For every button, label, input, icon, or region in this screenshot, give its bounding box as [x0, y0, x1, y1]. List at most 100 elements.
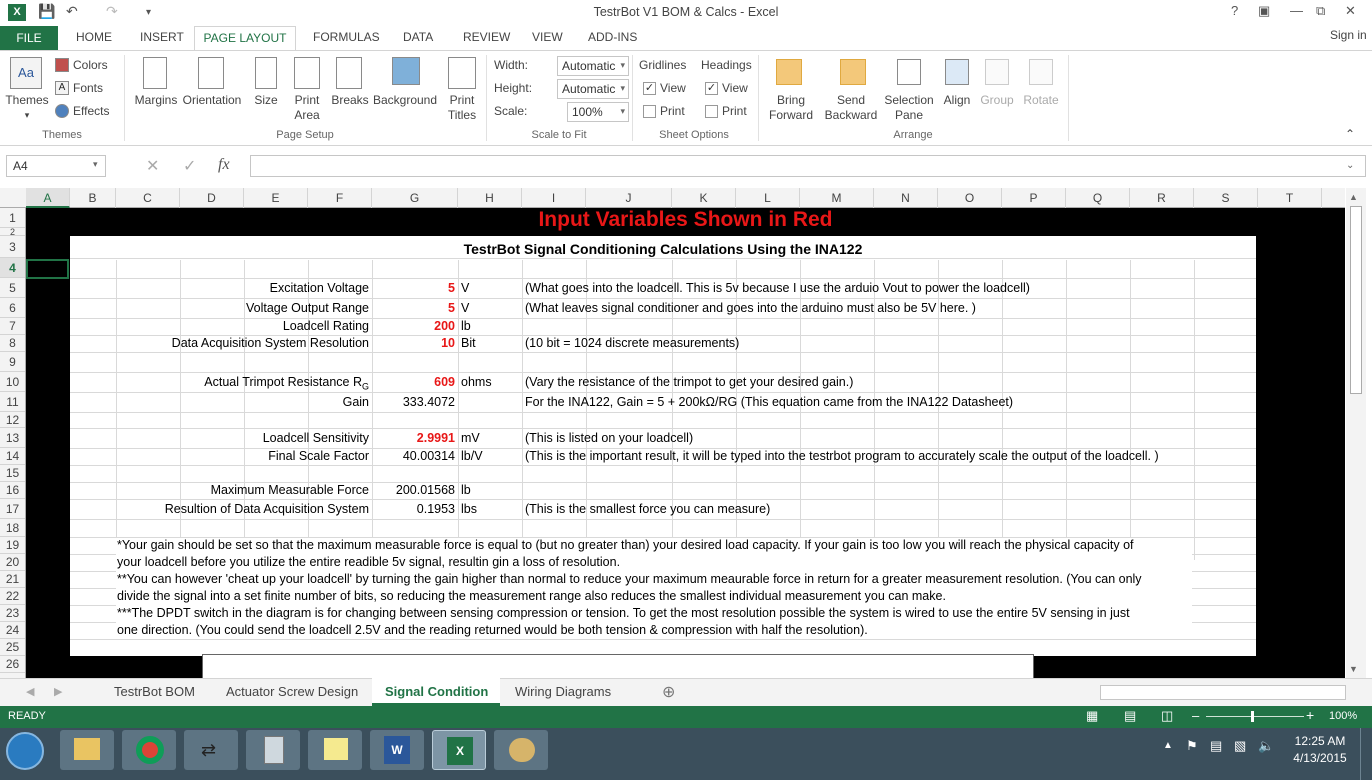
tab-formulas[interactable]: FORMULAS: [313, 30, 380, 44]
show-hidden-icons-icon[interactable]: ▲: [1163, 740, 1173, 751]
row-header-17[interactable]: 17: [0, 499, 25, 519]
group-button[interactable]: Group: [978, 93, 1016, 108]
wiring-diagram-image[interactable]: [202, 654, 1034, 678]
colors-button[interactable]: Colors: [73, 58, 108, 73]
tab-view[interactable]: VIEW: [532, 30, 563, 44]
row-header-25[interactable]: 25: [0, 639, 25, 656]
bring-forward-line1[interactable]: Bring: [764, 93, 818, 108]
selection-pane-line2[interactable]: Pane: [881, 108, 937, 123]
breaks-button[interactable]: Breaks: [330, 93, 370, 108]
worksheet-grid[interactable]: Input Variables Shown in Red TestrBot Si…: [26, 208, 1345, 678]
send-backward-line1[interactable]: Send: [820, 93, 882, 108]
show-desktop-button[interactable]: [1360, 728, 1372, 780]
dropdown-caret-icon[interactable]: ▾: [620, 60, 625, 71]
clock-date[interactable]: 4/13/2015: [1288, 751, 1352, 765]
volume-icon[interactable]: 🔈: [1258, 738, 1274, 754]
vertical-scroll-thumb[interactable]: [1350, 206, 1362, 394]
enter-icon[interactable]: ✓: [183, 156, 196, 176]
width-select[interactable]: Automatic ▾: [557, 56, 629, 76]
prev-sheet-icon[interactable]: ◀: [26, 685, 34, 698]
row-header-1[interactable]: 1: [0, 208, 25, 228]
themes-dropdown-icon[interactable]: ▾: [20, 108, 34, 123]
calculator-icon[interactable]: [246, 730, 300, 770]
column-header-m[interactable]: M: [800, 188, 874, 208]
size-button[interactable]: Size: [250, 93, 282, 108]
column-header-s[interactable]: S: [1194, 188, 1258, 208]
column-header-t[interactable]: T: [1258, 188, 1322, 208]
row-header-24[interactable]: 24: [0, 622, 25, 639]
send-backward-line2[interactable]: Backward: [820, 108, 882, 123]
tab-data[interactable]: DATA: [403, 30, 433, 44]
zoom-out-icon[interactable]: –: [1192, 708, 1199, 723]
row-header-19[interactable]: 19: [0, 537, 25, 554]
row-header-10[interactable]: 10: [0, 372, 25, 392]
minimize-icon[interactable]: —: [1290, 3, 1303, 18]
selected-cell-a4[interactable]: [26, 259, 69, 279]
battery-icon[interactable]: ▧: [1234, 738, 1246, 754]
gridlines-print-checkbox[interactable]: [643, 105, 656, 118]
clock-time[interactable]: 12:25 AM: [1290, 734, 1350, 748]
column-header-h[interactable]: H: [458, 188, 522, 208]
excel-taskbar-icon[interactable]: X: [432, 730, 486, 770]
column-header-q[interactable]: Q: [1066, 188, 1130, 208]
sheet-tab-signal-condition[interactable]: Signal Condition: [385, 684, 488, 699]
column-header-a[interactable]: A: [26, 188, 70, 208]
sheet-tab-wiring-diagrams[interactable]: Wiring Diagrams: [515, 684, 611, 699]
effects-button[interactable]: Effects: [73, 104, 109, 119]
fonts-button[interactable]: Fonts: [73, 81, 103, 96]
row-header-21[interactable]: 21: [0, 571, 25, 588]
rotate-button[interactable]: Rotate: [1020, 93, 1062, 108]
tab-home[interactable]: HOME: [76, 30, 112, 44]
themes-button[interactable]: Themes: [4, 93, 50, 108]
insert-function-icon[interactable]: fx: [218, 156, 230, 174]
column-header-f[interactable]: F: [308, 188, 372, 208]
background-button[interactable]: Background: [371, 93, 439, 108]
page-break-view-icon[interactable]: ◫: [1161, 708, 1173, 724]
formula-input[interactable]: [250, 155, 1366, 177]
row-header-18[interactable]: 18: [0, 519, 25, 537]
headings-view-checkbox[interactable]: ✓: [705, 82, 718, 95]
sticky-notes-icon[interactable]: [308, 730, 362, 770]
row-header-13[interactable]: 13: [0, 428, 25, 448]
row-header-23[interactable]: 23: [0, 605, 25, 622]
dropdown-caret-icon[interactable]: ▾: [620, 83, 625, 94]
scale-spinner[interactable]: 100% ▾: [567, 102, 629, 122]
paint-icon[interactable]: [494, 730, 548, 770]
align-button[interactable]: Align: [939, 93, 975, 108]
selection-pane-line1[interactable]: Selection: [881, 93, 937, 108]
print-area-button-line1[interactable]: Print: [290, 93, 324, 108]
start-button-icon[interactable]: [6, 732, 44, 770]
height-select[interactable]: Automatic ▾: [557, 79, 629, 99]
row-header-7[interactable]: 7: [0, 318, 25, 335]
column-header-b[interactable]: B: [70, 188, 116, 208]
collapse-ribbon-icon[interactable]: ⌃: [1345, 127, 1355, 142]
tab-insert[interactable]: INSERT: [140, 30, 184, 44]
column-header-k[interactable]: K: [672, 188, 736, 208]
sheet-tab-testrbot-bom[interactable]: TestrBot BOM: [114, 684, 195, 699]
print-area-button-line2[interactable]: Area: [290, 108, 324, 123]
row-header-22[interactable]: 22: [0, 588, 25, 605]
switch-windows-icon[interactable]: ⇄: [184, 730, 238, 770]
expand-formula-bar-icon[interactable]: ⌄: [1346, 160, 1354, 171]
action-center-flag-icon[interactable]: ⚑: [1186, 738, 1198, 754]
zoom-level[interactable]: 100%: [1329, 710, 1357, 722]
row-header-16[interactable]: 16: [0, 482, 25, 499]
horizontal-scrollbar[interactable]: [1100, 685, 1346, 700]
tab-file[interactable]: FILE: [0, 26, 58, 50]
ribbon-display-icon[interactable]: ▣: [1258, 3, 1270, 19]
column-header-o[interactable]: O: [938, 188, 1002, 208]
headings-print-checkbox[interactable]: [705, 105, 718, 118]
sign-in-link[interactable]: Sign in: [1330, 28, 1367, 42]
next-sheet-icon[interactable]: ▶: [54, 685, 62, 698]
close-icon[interactable]: ✕: [1345, 3, 1356, 19]
column-header-r[interactable]: R: [1130, 188, 1194, 208]
row-header-15[interactable]: 15: [0, 465, 25, 482]
margins-button[interactable]: Margins: [130, 93, 182, 108]
restore-icon[interactable]: ⧉: [1316, 3, 1325, 19]
tab-review[interactable]: REVIEW: [463, 30, 510, 44]
tab-page-layout[interactable]: PAGE LAYOUT: [194, 26, 296, 51]
column-header-p[interactable]: P: [1002, 188, 1066, 208]
help-icon[interactable]: ?: [1231, 3, 1238, 18]
row-header-6[interactable]: 6: [0, 298, 25, 318]
orientation-button[interactable]: Orientation: [181, 93, 243, 108]
